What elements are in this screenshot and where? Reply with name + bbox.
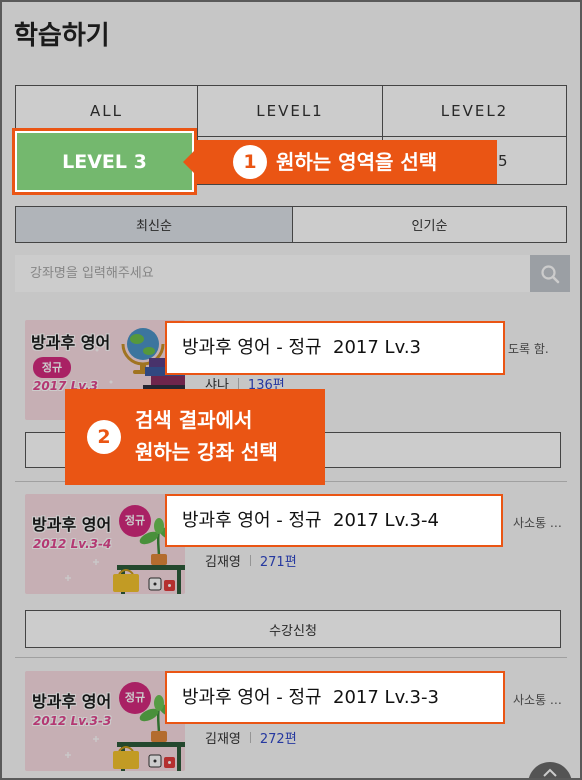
app-screen: 학습하기 ALL LEVEL1 LEVEL2 5 최신순 인기순 강좌명을 입력… [0,0,582,780]
level-3-highlight[interactable]: LEVEL 3 [12,128,197,195]
callout-text-line: 검색 결과에서 [135,408,253,432]
callout-arrow [183,150,195,174]
guide-callout-step1: 1 원하는 영역을 선택 [183,140,497,184]
guide-callout-step2: 2 검색 결과에서 원하는 강좌 선택 [65,389,325,485]
course-title-highlight[interactable]: 방과후 영어 - 정규 2017 Lv.3-3 [165,671,505,724]
callout-text: 원하는 영역을 선택 [276,150,438,174]
callout-text-line: 원하는 강좌 선택 [135,440,278,464]
course-title-highlight[interactable]: 방과후 영어 - 정규 2017 Lv.3 [165,321,505,375]
highlight-label: LEVEL 3 [62,150,147,173]
step-number-badge: 1 [233,145,267,179]
course-title-highlight[interactable]: 방과후 영어 - 정규 2017 Lv.3-4 [165,494,503,547]
step-number-badge: 2 [87,420,121,454]
